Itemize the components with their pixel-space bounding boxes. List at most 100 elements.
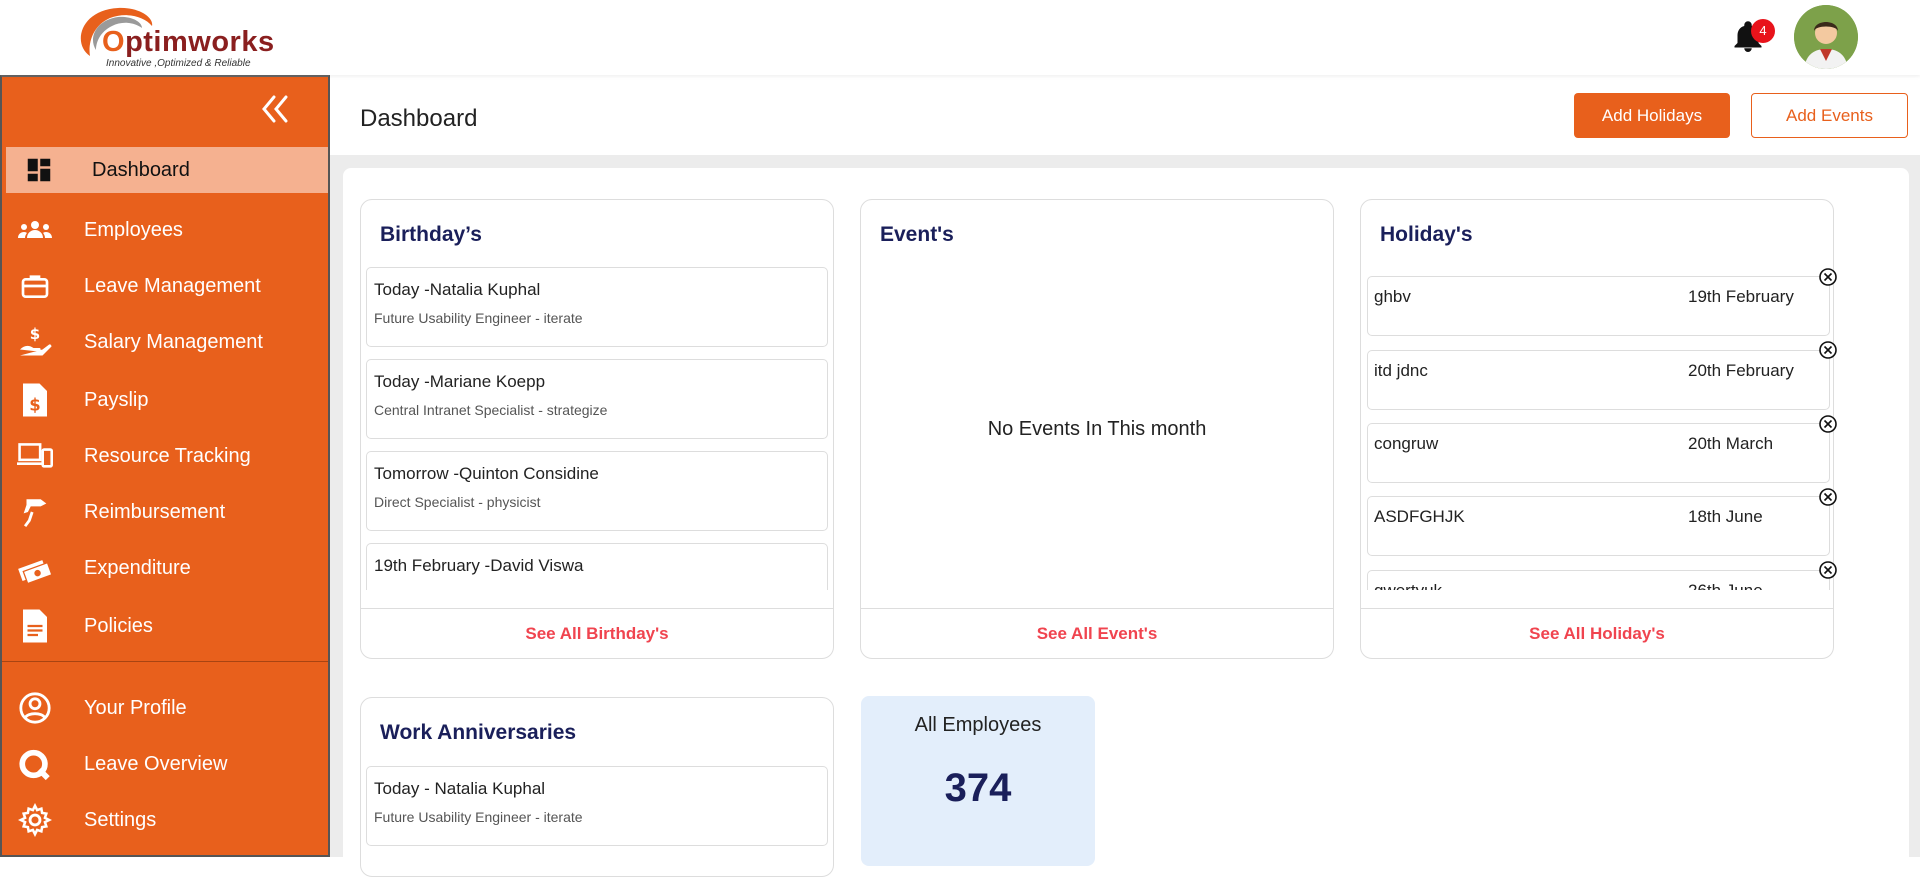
sidebar-item-label: Settings — [84, 808, 157, 831]
stat-label: All Employees — [914, 714, 1042, 736]
sidebar-item-label: Salary Management — [84, 330, 263, 353]
payslip-icon: $ — [16, 381, 54, 419]
collapse-sidebar-icon[interactable] — [256, 91, 292, 127]
remove-holiday-icon[interactable] — [1818, 560, 1838, 580]
sidebar-item-label: Reimbursement — [84, 500, 226, 523]
birthday-role: Direct Specialist - physicist — [374, 494, 541, 510]
list-item[interactable]: ASDFGHJK 18th June — [1367, 496, 1830, 556]
salary-icon: $ — [16, 323, 54, 361]
sidebar-item-label: Leave Management — [84, 274, 261, 297]
holiday-date: 20th March — [1688, 434, 1774, 453]
birthday-name: Tomorrow -Quinton Considine — [374, 464, 599, 483]
sidebar-item-label: Your Profile — [84, 696, 187, 719]
company-logo[interactable]: Optimworks Innovative ,Optimized & Relia… — [70, 4, 290, 70]
holiday-date: 20th February — [1688, 361, 1794, 380]
sidebar-item-salary-management[interactable]: $ Salary Management — [2, 319, 328, 365]
document-icon — [16, 607, 54, 645]
sidebar-item-label: Employees — [84, 218, 183, 241]
sidebar-item-your-profile[interactable]: Your Profile — [2, 685, 328, 731]
sidebar-item-expenditure[interactable]: Expenditure — [2, 545, 328, 591]
birthday-role: Central Intranet Specialist - strategize — [374, 402, 608, 418]
list-item[interactable]: Today -Natalia Kuphal Future Usability E… — [366, 267, 828, 347]
sidebar-item-payslip[interactable]: $ Payslip — [2, 377, 328, 423]
events-card: Event's No Events In This month See All … — [860, 199, 1334, 659]
holidays-list[interactable]: ghbv 19th February itd jdnc 20th Februar… — [1361, 276, 1833, 590]
birthday-name: 19th February -David Viswa — [374, 556, 584, 575]
list-item[interactable]: qwertyuk 26th June — [1367, 570, 1830, 590]
sidebar-item-employees[interactable]: Employees — [2, 207, 328, 253]
holiday-name: qwertyuk — [1374, 581, 1442, 590]
card-title: Work Anniversaries — [380, 721, 577, 744]
leave-overview-icon — [16, 745, 54, 783]
list-item[interactable]: itd jdnc 20th February — [1367, 350, 1830, 410]
notification-count-badge: 4 — [1751, 19, 1775, 43]
sidebar-item-label: Policies — [84, 614, 153, 637]
list-item[interactable]: Today -Mariane Koepp Central Intranet Sp… — [366, 359, 828, 439]
holiday-date: 26th June — [1688, 581, 1763, 590]
svg-text:$: $ — [30, 325, 40, 343]
remove-holiday-icon[interactable] — [1818, 340, 1838, 360]
see-all-events-link[interactable]: See All Event's — [861, 608, 1333, 658]
sidebar-item-label: Dashboard — [92, 158, 190, 181]
all-employees-stat[interactable]: All Employees 374 — [861, 696, 1095, 866]
remove-holiday-icon[interactable] — [1818, 267, 1838, 287]
gear-icon — [16, 801, 54, 839]
logo-wordmark: Optimworks — [102, 26, 275, 58]
list-item[interactable]: Tomorrow -Quinton Considine Direct Speci… — [366, 451, 828, 531]
remove-holiday-icon[interactable] — [1818, 487, 1838, 507]
list-item[interactable]: congruw 20th March — [1367, 423, 1830, 483]
card-title: Event's — [880, 223, 954, 246]
stat-value: 374 — [944, 766, 1012, 810]
devices-icon — [16, 437, 54, 475]
profile-icon — [16, 689, 54, 727]
holiday-date: 19th February — [1688, 287, 1794, 306]
birthdays-card: Birthday’s Today -Natalia Kuphal Future … — [360, 199, 834, 659]
top-bar: Optimworks Innovative ,Optimized & Relia… — [0, 0, 1920, 75]
events-empty-message: No Events In This month — [987, 418, 1207, 440]
list-item[interactable]: ghbv 19th February — [1367, 276, 1830, 336]
employees-icon — [16, 211, 54, 249]
birthday-name: Today -Mariane Koepp — [374, 372, 546, 391]
sidebar-item-label: Expenditure — [84, 556, 191, 579]
sidebar-item-settings[interactable]: Settings — [2, 797, 328, 843]
page-title: Dashboard — [360, 105, 478, 132]
sidebar-item-label: Leave Overview — [84, 752, 228, 775]
sidebar-item-label: Resource Tracking — [84, 444, 251, 467]
sidebar-divider — [2, 661, 328, 662]
sidebar: Dashboard Employees Leave Management $ S… — [0, 75, 330, 857]
svg-text:$: $ — [29, 396, 40, 415]
birthday-name: Today -Natalia Kuphal — [374, 280, 541, 299]
see-all-holidays-link[interactable]: See All Holiday's — [1361, 608, 1833, 658]
user-avatar[interactable] — [1794, 5, 1858, 69]
dashboard-icon — [20, 151, 58, 189]
birthday-role: Future Usability Engineer - iterate — [374, 310, 583, 326]
holiday-name: ghbv — [1374, 287, 1411, 306]
card-title: Birthday’s — [380, 223, 482, 246]
logo-tagline: Innovative ,Optimized & Reliable — [106, 58, 251, 69]
birthdays-list[interactable]: Today -Natalia Kuphal Future Usability E… — [361, 265, 833, 590]
sidebar-item-resource-tracking[interactable]: Resource Tracking — [2, 433, 328, 479]
holiday-date: 18th June — [1688, 507, 1763, 526]
sidebar-item-policies[interactable]: Policies — [2, 603, 328, 649]
money-icon — [16, 549, 54, 587]
holiday-name: ASDFGHJK — [1374, 507, 1465, 526]
list-item[interactable]: Today - Natalia Kuphal Future Usability … — [366, 766, 828, 846]
anniversary-name: Today - Natalia Kuphal — [374, 779, 546, 798]
sidebar-item-dashboard[interactable]: Dashboard — [6, 147, 328, 193]
sidebar-item-leave-overview[interactable]: Leave Overview — [2, 741, 328, 787]
add-events-button[interactable]: Add Events — [1751, 93, 1908, 138]
add-holidays-button[interactable]: Add Holidays — [1574, 93, 1730, 138]
card-title: Holiday's — [1380, 223, 1473, 246]
sidebar-item-label: Payslip — [84, 388, 149, 411]
sidebar-item-leave-management[interactable]: Leave Management — [2, 263, 328, 309]
anniversary-role: Future Usability Engineer - iterate — [374, 809, 583, 825]
holidays-card: Holiday's ghbv 19th February itd jdnc 20… — [1360, 199, 1837, 659]
sidebar-item-reimbursement[interactable]: Reimbursement — [2, 489, 328, 535]
see-all-birthdays-link[interactable]: See All Birthday's — [361, 608, 833, 658]
remove-holiday-icon[interactable] — [1818, 414, 1838, 434]
work-anniversaries-card: Work Anniversaries Today - Natalia Kupha… — [360, 697, 834, 877]
holiday-name: congruw — [1374, 434, 1439, 453]
reimbursement-icon — [16, 493, 54, 531]
list-item[interactable]: 19th February -David Viswa — [366, 543, 828, 590]
briefcase-icon — [16, 267, 54, 305]
